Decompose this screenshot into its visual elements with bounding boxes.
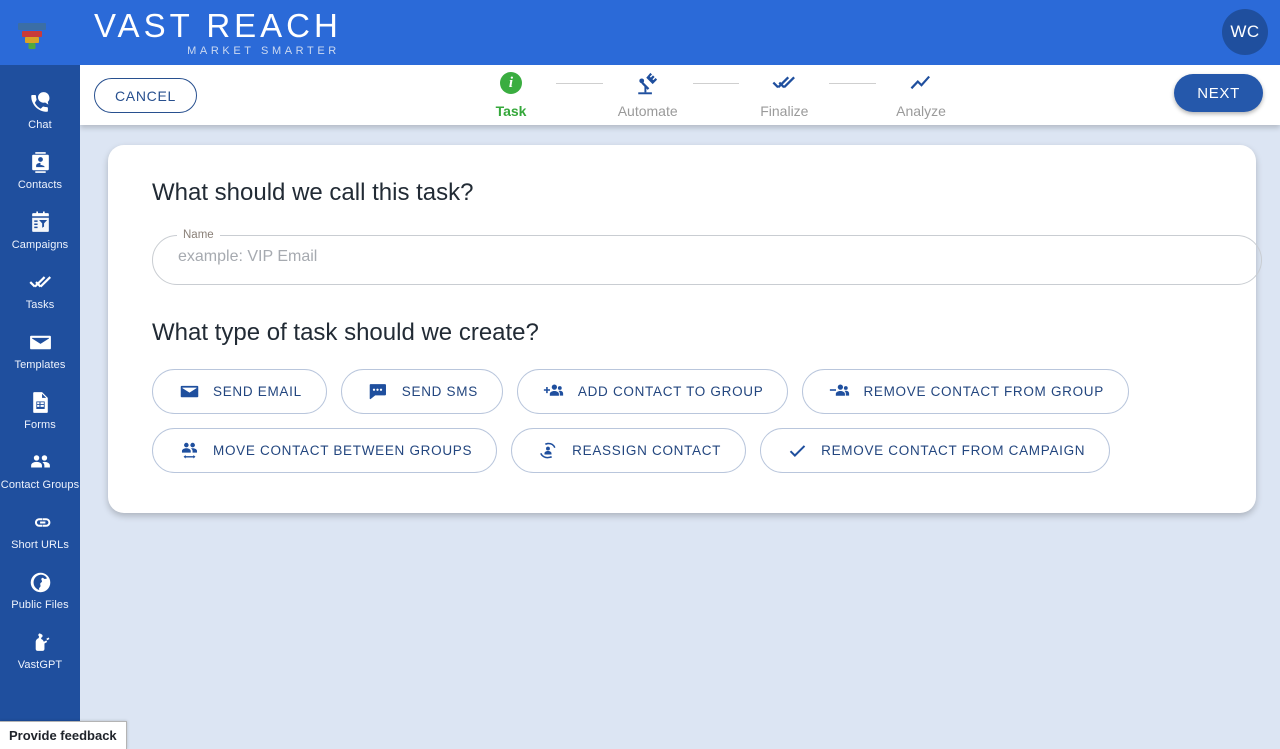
step-finalize[interactable]: Finalize [739,68,829,119]
sidebar-item-label: Public Files [11,599,69,611]
sidebar-item-label: Short URLs [11,539,69,551]
sidebar-item-label: Forms [24,419,56,431]
brand-title: VAST REACH [94,6,342,44]
check-icon [785,440,809,462]
brand: VAST REACH MARKET SMARTER [94,9,342,57]
people-move-icon [177,440,201,462]
provide-feedback-button[interactable]: Provide feedback [0,721,127,749]
next-button[interactable]: NEXT [1174,74,1263,112]
double-check-icon [771,68,797,98]
sidebar-item-tasks[interactable]: Tasks [0,259,80,319]
contact-card-icon [27,149,53,175]
sidebar-item-contacts[interactable]: Contacts [0,139,80,199]
sidebar-item-campaigns[interactable]: Campaigns [0,199,80,259]
task-type-label: REASSIGN CONTACT [572,443,722,458]
sidebar-item-label: Chat [28,119,52,131]
form-document-icon [27,389,53,415]
app-root: VAST REACH MARKET SMARTER WC Chat Contact… [0,0,1280,749]
step-connector [829,83,877,84]
sidebar-item-chat[interactable]: Chat [0,79,80,139]
chat-phone-icon [27,89,53,115]
sidebar-item-templates[interactable]: Templates [0,319,80,379]
task-type-options: SEND EMAIL SEND SMS ADD CONTACT TO GROUP RE… [152,369,1212,473]
sidebar-item-vastgpt[interactable]: VastGPT [0,619,80,679]
sidebar-item-label: Templates [14,359,66,371]
wizard-toolbar: CANCEL i Task Automate Finalize Analyze NEXT [80,65,1280,125]
task-type-move-contact-between-groups[interactable]: MOVE CONTACT BETWEEN GROUPS [152,428,498,473]
robot-arm-icon [635,68,661,98]
globe-icon [27,569,53,595]
task-name-input[interactable] [152,229,1262,285]
sidebar-item-label: Contact Groups [0,479,80,491]
task-type-label: REMOVE CONTACT FROM CAMPAIGN [821,443,1086,458]
step-label: Task [495,103,527,119]
brand-tagline: MARKET SMARTER [187,44,340,57]
step-connector [692,83,740,84]
person-reassign-icon [536,440,560,462]
sidebar-item-contact-groups[interactable]: Contact Groups [0,439,80,499]
vastgpt-robot-icon [27,629,53,655]
app-header: VAST REACH MARKET SMARTER WC [0,0,1280,65]
task-type-label: REMOVE CONTACT FROM GROUP [863,384,1104,399]
step-label: Finalize [760,103,809,119]
double-check-icon [27,269,53,295]
step-task[interactable]: i Task [466,68,556,119]
envelope-icon [177,381,201,403]
task-type-remove-contact-from-campaign[interactable]: REMOVE CONTACT FROM CAMPAIGN [760,428,1111,473]
task-type-label: SEND EMAIL [213,384,302,399]
task-type-label: ADD CONTACT TO GROUP [577,384,764,399]
sidebar: Chat Contacts Campaigns Tasks Templates Forms… [0,65,80,749]
sidebar-item-label: Tasks [25,299,55,311]
sidebar-item-label: Campaigns [11,239,69,251]
people-group-icon [27,449,53,475]
step-connector [556,83,603,84]
person-add-group-icon [542,381,566,403]
envelope-icon [27,329,53,355]
task-type-label: SEND SMS [401,384,478,399]
cancel-button[interactable]: CANCEL [94,78,197,113]
step-label: Analyze [896,103,946,119]
person-remove-group-icon [827,381,851,403]
trend-line-icon [908,68,934,98]
sidebar-item-public-files[interactable]: Public Files [0,559,80,619]
task-name-field: Name [152,229,1262,285]
avatar-initials: WC [1230,22,1260,41]
sidebar-item-label: Contacts [17,179,63,191]
info-circle-icon: i [500,68,522,98]
sms-bubble-icon [366,381,390,403]
sidebar-item-short-urls[interactable]: Short URLs [0,499,80,559]
step-automate[interactable]: Automate [603,68,693,119]
task-type-remove-contact-from-group[interactable]: REMOVE CONTACT FROM GROUP [802,369,1129,414]
step-analyze[interactable]: Analyze [876,68,966,119]
task-type-add-contact-to-group[interactable]: ADD CONTACT TO GROUP [516,369,789,414]
campaign-calendar-icon [27,209,53,235]
link-icon [27,509,53,535]
task-type-send-sms[interactable]: SEND SMS [340,369,503,414]
task-type-label: MOVE CONTACT BETWEEN GROUPS [213,443,473,458]
wizard-stepper: i Task Automate Finalize Analyze [466,68,966,125]
task-type-send-email[interactable]: SEND EMAIL [152,369,327,414]
sidebar-item-forms[interactable]: Forms [0,379,80,439]
sidebar-item-label: VastGPT [17,659,63,671]
main-content: What should we call this task? Name What… [80,125,1280,749]
step-label: Automate [617,103,678,119]
funnel-logo-icon[interactable] [0,0,64,65]
avatar[interactable]: WC [1222,9,1268,55]
task-setup-card: What should we call this task? Name What… [108,145,1262,513]
task-name-question: What should we call this task? [152,179,474,206]
task-type-reassign-contact[interactable]: REASSIGN CONTACT [511,428,747,473]
task-type-question: What type of task should we create? [152,319,539,346]
